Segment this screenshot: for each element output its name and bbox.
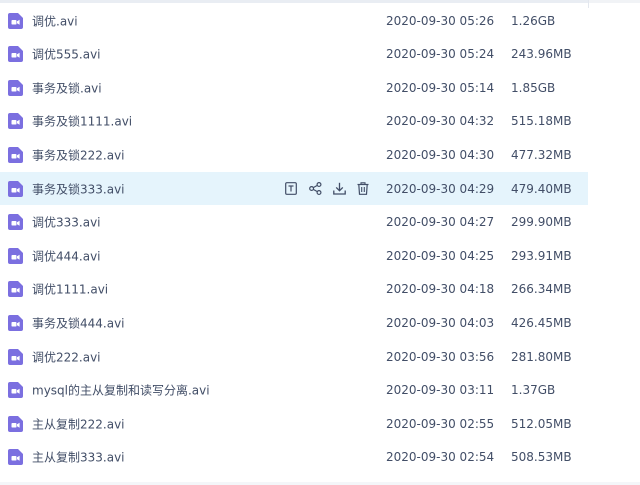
video-file-icon — [8, 348, 23, 365]
file-name[interactable]: 调优555.avi — [32, 46, 101, 63]
file-row[interactable]: 调优1111.avi 2020-09-30 04:18 266.34MB — [0, 273, 588, 306]
file-name[interactable]: 调优1111.avi — [32, 281, 108, 298]
file-modified-time: 2020-09-30 05:14 — [386, 80, 495, 95]
video-file-icon — [8, 247, 23, 264]
file-modified-time: 2020-09-30 04:25 — [386, 248, 495, 263]
video-file-icon — [8, 449, 23, 466]
file-size: 477.32MB — [511, 147, 572, 162]
file-name[interactable]: 事务及锁1111.avi — [32, 113, 132, 130]
download-icon[interactable] — [332, 181, 346, 197]
video-file-icon — [8, 12, 23, 29]
file-modified-time: 2020-09-30 05:24 — [386, 47, 495, 62]
share-icon[interactable] — [308, 181, 322, 197]
file-modified-time: 2020-09-30 04:03 — [386, 315, 495, 330]
file-modified-time: 2020-09-30 04:32 — [386, 114, 495, 129]
file-modified-time: 2020-09-30 02:54 — [386, 450, 495, 465]
video-file-icon — [8, 314, 23, 331]
file-modified-time: 2020-09-30 03:56 — [386, 349, 495, 364]
file-modified-time: 2020-09-30 03:11 — [386, 383, 495, 398]
file-name[interactable]: 事务及锁444.avi — [32, 314, 125, 331]
file-size: 1.37GB — [511, 383, 556, 398]
file-size: 515.18MB — [511, 114, 572, 129]
file-name[interactable]: 事务及锁333.avi — [32, 180, 125, 197]
file-size: 1.26GB — [511, 13, 556, 28]
file-row[interactable]: 调优444.avi 2020-09-30 04:25 293.91MB — [0, 239, 588, 272]
file-row[interactable]: 调优555.avi 2020-09-30 05:24 243.96MB — [0, 38, 588, 71]
video-file-icon — [8, 113, 23, 130]
file-name[interactable]: 事务及锁.avi — [32, 79, 102, 96]
file-modified-time: 2020-09-30 04:27 — [386, 215, 495, 230]
file-size: 512.05MB — [511, 416, 572, 431]
row-actions — [284, 181, 370, 197]
file-row[interactable]: 调优.avi 2020-09-30 05:26 1.26GB — [0, 4, 588, 37]
list-edge — [588, 0, 589, 8]
file-size: 299.90MB — [511, 215, 572, 230]
file-name[interactable]: 调优333.avi — [32, 214, 101, 231]
file-row[interactable]: 事务及锁444.avi 2020-09-30 04:03 426.45MB — [0, 306, 588, 339]
file-row[interactable]: 事务及锁222.avi 2020-09-30 04:30 477.32MB — [0, 138, 588, 171]
file-name[interactable]: 主从复制333.avi — [32, 449, 125, 466]
file-size: 426.45MB — [511, 315, 572, 330]
file-modified-time: 2020-09-30 04:29 — [386, 181, 495, 196]
file-size: 293.91MB — [511, 248, 572, 263]
file-row[interactable]: 事务及锁1111.avi 2020-09-30 04:32 515.18MB — [0, 105, 588, 138]
rename-icon[interactable] — [284, 181, 298, 197]
file-name[interactable]: 调优444.avi — [32, 247, 101, 264]
file-size: 243.96MB — [511, 47, 572, 62]
file-size: 266.34MB — [511, 282, 572, 297]
file-name[interactable]: 主从复制222.avi — [32, 415, 125, 432]
file-size: 1.85GB — [511, 80, 556, 95]
video-file-icon — [8, 46, 23, 63]
file-row[interactable]: mysql的主从复制和读写分离.avi 2020-09-30 03:11 1.3… — [0, 374, 588, 407]
video-file-icon — [8, 382, 23, 399]
file-name[interactable]: 调优.avi — [32, 12, 78, 29]
file-modified-time: 2020-09-30 02:55 — [386, 416, 495, 431]
delete-icon[interactable] — [356, 181, 370, 197]
file-row[interactable]: 事务及锁.avi 2020-09-30 05:14 1.85GB — [0, 71, 588, 104]
file-row[interactable]: 主从复制222.avi 2020-09-30 02:55 512.05MB — [0, 407, 588, 440]
file-name[interactable]: 调优222.avi — [32, 348, 101, 365]
file-size: 508.53MB — [511, 450, 572, 465]
video-file-icon — [8, 415, 23, 432]
file-row[interactable]: 主从复制333.avi 2020-09-30 02:54 508.53MB — [0, 441, 588, 474]
file-row[interactable]: 调优333.avi 2020-09-30 04:27 299.90MB — [0, 206, 588, 239]
list-top-border — [0, 0, 640, 3]
file-modified-time: 2020-09-30 04:30 — [386, 147, 495, 162]
video-file-icon — [8, 214, 23, 231]
file-size: 479.40MB — [511, 181, 572, 196]
file-size: 281.80MB — [511, 349, 572, 364]
file-name[interactable]: mysql的主从复制和读写分离.avi — [32, 382, 210, 399]
file-name[interactable]: 事务及锁222.avi — [32, 146, 125, 163]
file-row-hovered[interactable]: 事务及锁333.avi 2020-09-30 04:29 479.40MB — [0, 172, 588, 205]
video-file-icon — [8, 79, 23, 96]
file-modified-time: 2020-09-30 04:18 — [386, 282, 495, 297]
file-row[interactable]: 调优222.avi 2020-09-30 03:56 281.80MB — [0, 340, 588, 373]
video-file-icon — [8, 146, 23, 163]
file-modified-time: 2020-09-30 05:26 — [386, 13, 495, 28]
video-file-icon — [8, 281, 23, 298]
video-file-icon — [8, 180, 23, 197]
